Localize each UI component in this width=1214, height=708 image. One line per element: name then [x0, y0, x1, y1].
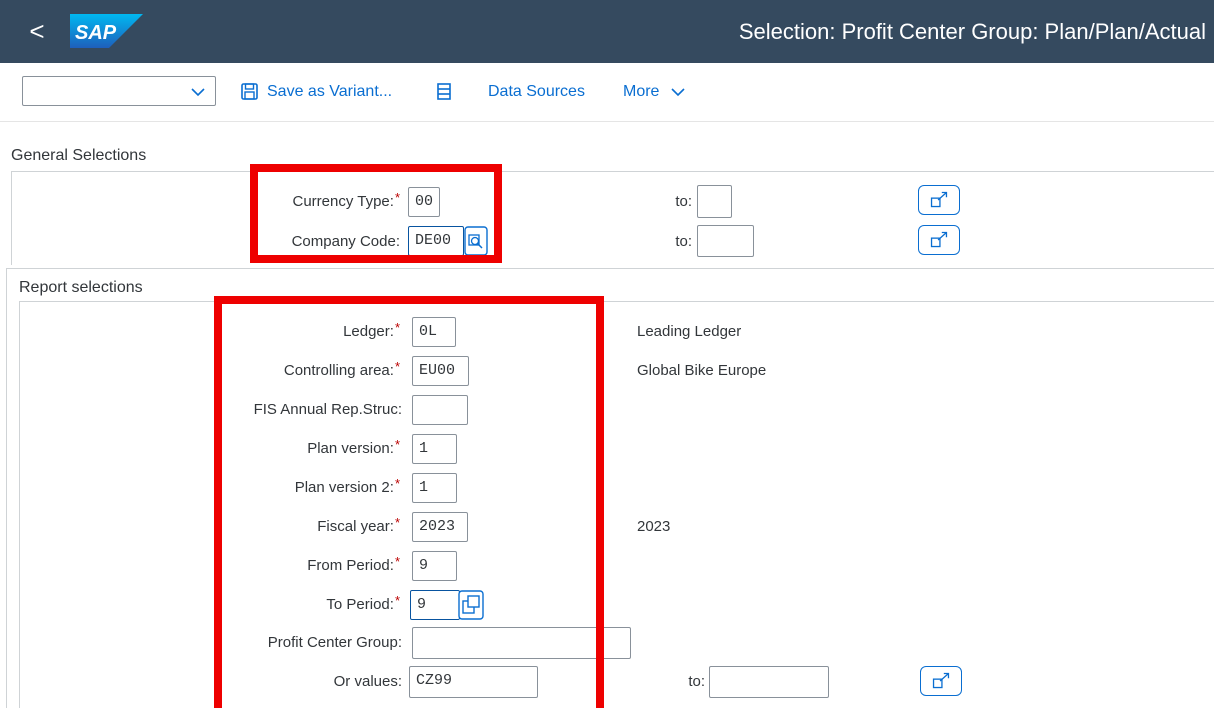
company-code-to-input[interactable] [697, 225, 754, 257]
or-values-to-label: to: [688, 673, 705, 690]
variant-select[interactable] [22, 76, 216, 106]
logo-text: SAP [75, 22, 117, 44]
general-selections-title: General Selections [11, 147, 147, 164]
save-icon[interactable] [240, 78, 260, 104]
or-values-to-input[interactable] [709, 666, 829, 698]
sap-logo[interactable]: SAP [70, 14, 143, 48]
back-button[interactable]: < [22, 14, 52, 48]
save-as-variant-button[interactable]: Save as Variant... [267, 77, 392, 107]
data-sources-button[interactable]: Data Sources [488, 77, 585, 107]
report-selections-title: Report selections [19, 279, 143, 296]
chevron-down-icon [191, 88, 205, 97]
currency-type-to-input[interactable] [697, 185, 732, 218]
currency-type-to-label: to: [675, 193, 692, 210]
multiple-selection-icon[interactable] [918, 185, 960, 215]
highlight-box-general [250, 164, 502, 263]
chevron-down-icon[interactable] [670, 78, 686, 104]
multiple-selection-icon[interactable] [918, 225, 960, 255]
company-code-to-label: to: [675, 233, 692, 250]
multiple-selection-icon[interactable] [920, 666, 962, 696]
page-title: Selection: Profit Center Group: Plan/Pla… [738, 19, 1206, 44]
general-selections-panel [11, 171, 1214, 265]
fiscal-year-description: 2023 [637, 518, 671, 535]
data-sources-icon[interactable] [436, 78, 452, 104]
ledger-description: Leading Ledger [637, 323, 742, 340]
highlight-box-report [214, 296, 604, 708]
controlling-area-description: Global Bike Europe [637, 362, 767, 379]
more-button[interactable]: More [623, 77, 659, 107]
